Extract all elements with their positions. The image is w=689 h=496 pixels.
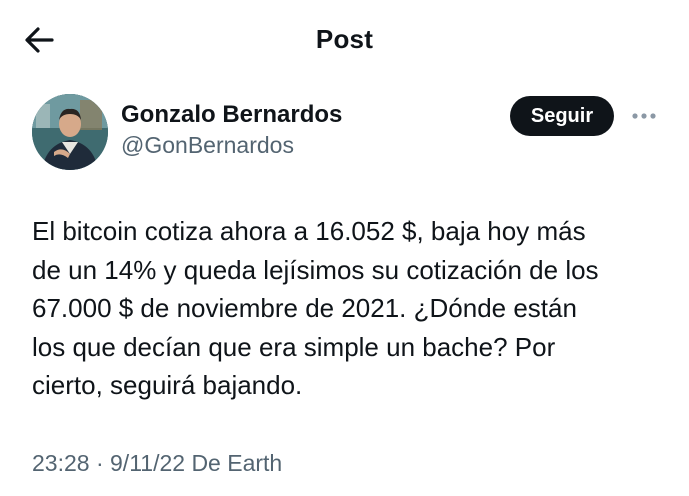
top-bar: Post <box>0 0 689 80</box>
avatar[interactable] <box>32 94 108 170</box>
author-display-name[interactable]: Gonzalo Bernardos <box>121 100 342 130</box>
author-row: Gonzalo Bernardos @GonBernardos Seguir <box>0 92 689 174</box>
post-text: El bitcoin cotiza ahora a 16.052 $, baja… <box>32 216 599 400</box>
post-date[interactable]: 9/11/22 <box>110 450 185 476</box>
meta-separator: · <box>89 450 111 476</box>
more-horizontal-icon <box>632 113 656 119</box>
author-handle[interactable]: @GonBernardos <box>121 130 342 160</box>
page-title: Post <box>315 24 374 54</box>
more-options-button[interactable] <box>630 104 658 128</box>
author-info: Gonzalo Bernardos @GonBernardos <box>121 100 342 160</box>
follow-button[interactable]: Seguir <box>510 96 614 136</box>
post-metadata: 23:28 · 9/11/22 De Earth <box>32 448 282 478</box>
post-time[interactable]: 23:28 <box>32 450 90 476</box>
post-source[interactable]: De Earth <box>191 450 282 476</box>
